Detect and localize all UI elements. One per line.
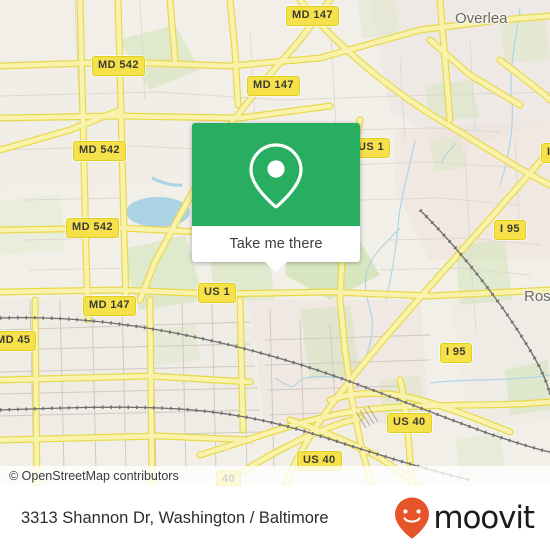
road-shield: MD 542: [92, 56, 145, 76]
map-canvas[interactable]: .rd { fill:none; stroke:#e8d94a; stroke-…: [0, 0, 550, 486]
road-shield: I 95: [494, 220, 526, 240]
place-label: Overlea: [455, 10, 508, 27]
road-shield: MD 147: [286, 6, 339, 26]
road-shield: MD 147: [83, 296, 136, 316]
attribution-text: © OpenStreetMap contributors: [9, 469, 179, 483]
moovit-wordmark: moovit: [433, 499, 535, 536]
take-me-there-label: Take me there: [229, 236, 323, 252]
road-shield: US 1: [198, 283, 237, 303]
road-shield: MD 45: [0, 331, 37, 351]
callout-tail: [265, 262, 287, 272]
road-shield: MD 542: [73, 141, 126, 161]
callout-action-panel[interactable]: Take me there: [192, 226, 360, 272]
callout-pin-panel: [192, 123, 360, 226]
road-shield: MD 542: [66, 218, 119, 238]
bottom-bar: 3313 Shannon Dr, Washington / Baltimore …: [0, 486, 550, 550]
map-pin-icon: [249, 142, 303, 208]
road-shield: US 40: [387, 413, 432, 433]
road-shield: MD 147: [247, 76, 300, 96]
destination-callout-card[interactable]: Take me there: [192, 123, 360, 272]
map-attribution[interactable]: © OpenStreetMap contributors: [0, 466, 550, 486]
place-label: Rose: [524, 288, 550, 305]
road-shield: I 95: [440, 343, 472, 363]
moovit-pin-logo: [395, 497, 430, 539]
moovit-brand[interactable]: moovit: [393, 496, 535, 540]
address-label: 3313 Shannon Dr, Washington / Baltimore: [21, 508, 329, 527]
map-screen: .rd { fill:none; stroke:#e8d94a; stroke-…: [0, 0, 550, 550]
road-shield: I 95: [541, 143, 550, 163]
